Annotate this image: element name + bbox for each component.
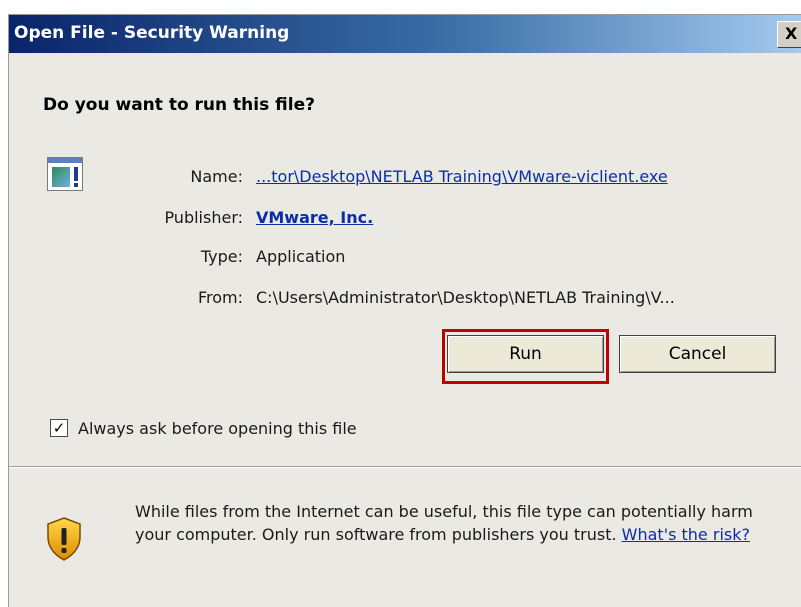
warning-message: While files from the Internet can be use… <box>135 500 785 546</box>
file-name-link[interactable]: ...tor\Desktop\NETLAB Training\VMware-vi… <box>256 167 668 186</box>
publisher-label: Publisher: <box>164 208 243 227</box>
close-button[interactable]: X <box>777 21 801 48</box>
window-title: Open File - Security Warning <box>14 23 290 43</box>
cancel-button[interactable]: Cancel <box>619 335 776 373</box>
from-value: C:\Users\Administrator\Desktop\NETLAB Tr… <box>256 288 675 307</box>
whats-the-risk-link[interactable]: What's the risk? <box>622 525 750 544</box>
security-warning-dialog: Open File - Security Warning X Do you wa… <box>8 14 801 607</box>
checkmark-icon: ✓ <box>52 419 66 437</box>
type-value: Application <box>256 247 346 266</box>
from-label: From: <box>197 288 243 307</box>
section-divider <box>9 466 801 468</box>
prompt-heading: Do you want to run this file? <box>43 95 315 115</box>
close-icon: X <box>785 24 798 43</box>
title-bar[interactable]: Open File - Security Warning X <box>9 15 801 53</box>
name-label: Name: <box>190 167 243 186</box>
application-file-icon <box>47 157 83 191</box>
publisher-link[interactable]: VMware, Inc. <box>256 208 373 227</box>
always-ask-label[interactable]: Always ask before opening this file <box>78 419 357 438</box>
run-button[interactable]: Run <box>447 335 604 373</box>
warning-shield-icon <box>47 517 81 561</box>
type-label: Type: <box>200 247 243 266</box>
always-ask-checkbox[interactable]: ✓ <box>50 419 68 437</box>
